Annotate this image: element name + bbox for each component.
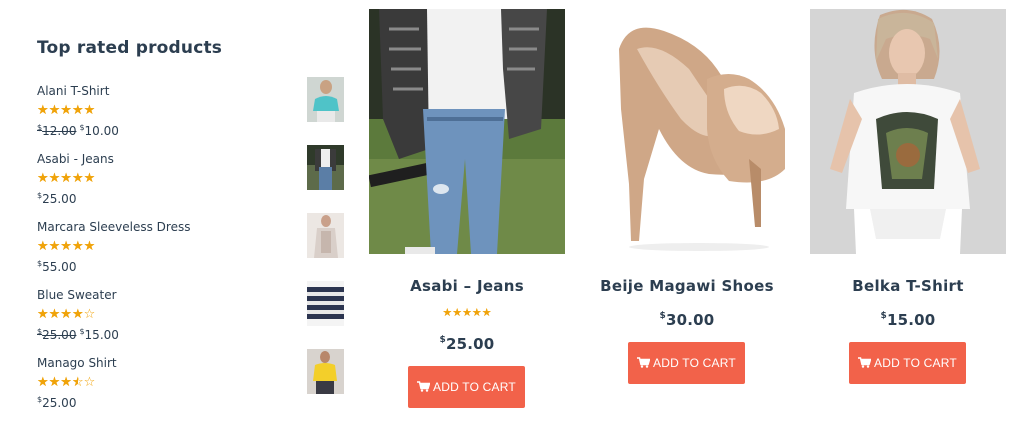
widget-title: Top rated products — [37, 38, 223, 58]
product-thumbnail[interactable] — [307, 349, 344, 394]
old-price: $12.00 — [37, 123, 77, 138]
list-item: Asabi - Jeans ☆☆☆☆☆ ★★★★★ $25.00 — [37, 145, 345, 220]
star-icon: ★★★★★ — [442, 306, 492, 319]
list-item: Manago Shirt ☆☆☆☆☆★★★★★ $25.00 — [37, 349, 345, 424]
product-price: $25.00 — [37, 191, 77, 206]
star-icon: ★★★★★ — [37, 240, 96, 254]
star-icon: ★★★★★ — [37, 376, 78, 390]
top-rated-widget: Top rated products Alani T-Shirt ☆☆☆☆☆ ★★… — [37, 38, 345, 424]
product-card: Asabi – Jeans ☆☆☆☆☆ ★★★★★ $25.00 ADD TO C… — [369, 9, 565, 429]
product-price: $15.00 — [880, 311, 936, 329]
star-rating: ☆☆☆☆☆★★★★★ — [37, 240, 95, 254]
star-rating: ☆☆☆☆☆★★★★★ — [37, 376, 95, 390]
product-image[interactable] — [589, 9, 785, 254]
product-card: Belka T-Shirt $15.00 ADD TO CART — [810, 9, 1006, 409]
shopping-cart-icon — [637, 343, 651, 385]
product-card: Beije Magawi Shoes $30.00 ADD TO CART — [589, 9, 785, 409]
add-to-cart-button[interactable]: ADD TO CART — [408, 366, 525, 408]
product-thumbnail[interactable] — [307, 281, 344, 326]
shopping-cart-icon — [417, 367, 431, 409]
star-rating: ☆☆☆☆☆★★★★★ — [37, 172, 95, 186]
product-price: $25.00 — [37, 395, 77, 410]
top-rated-list: Alani T-Shirt ☆☆☆☆☆ ★★★★★ $12.00 $10.00 As… — [37, 77, 345, 424]
star-icon: ★★★★★ — [37, 308, 84, 322]
product-link[interactable]: Asabi - Jeans — [37, 152, 345, 166]
product-title[interactable]: Asabi – Jeans — [369, 277, 565, 295]
product-price: $25.00 — [439, 335, 495, 353]
product-title[interactable]: Beije Magawi Shoes — [589, 277, 785, 295]
product-link[interactable]: Manago Shirt — [37, 356, 345, 370]
product-link[interactable]: Alani T-Shirt — [37, 84, 345, 98]
star-rating: ☆☆☆☆☆★★★★★ — [369, 306, 565, 320]
add-to-cart-button[interactable]: ADD TO CART — [849, 342, 966, 384]
list-item: Alani T-Shirt ☆☆☆☆☆ ★★★★★ $12.00 $10.00 — [37, 77, 345, 152]
product-image[interactable] — [369, 9, 565, 254]
product-thumbnail[interactable] — [307, 145, 344, 190]
product-price: $12.00 $10.00 — [37, 123, 119, 138]
star-icon: ★★★★★ — [37, 172, 96, 186]
star-rating: ☆☆☆☆☆★★★★★ — [37, 308, 95, 322]
product-thumbnail[interactable] — [307, 213, 344, 258]
product-link[interactable]: Blue Sweater — [37, 288, 345, 302]
shopping-cart-icon — [858, 343, 872, 385]
list-item: Blue Sweater ☆☆☆☆☆★★★★★ $25.00$15.00 — [37, 281, 345, 356]
star-rating: ☆☆☆☆☆★★★★★ — [442, 306, 491, 320]
add-to-cart-button[interactable]: ADD TO CART — [628, 342, 745, 384]
product-link[interactable]: Marcara Sleeveless Dress — [37, 220, 345, 234]
old-price: $25.00 — [37, 327, 77, 342]
product-price: $25.00 $15.00 — [37, 327, 119, 342]
product-image[interactable] — [810, 9, 1006, 254]
product-price: $55.00 — [37, 259, 77, 274]
product-price: $30.00 — [659, 311, 715, 329]
product-thumbnail[interactable] — [307, 77, 344, 122]
product-title[interactable]: Belka T-Shirt — [810, 277, 1006, 295]
list-item: Marcara Sleeveless Dress ☆☆☆☆☆ ★★★★★ $55.… — [37, 213, 345, 288]
star-rating: ☆☆☆☆☆★★★★★ — [37, 104, 95, 118]
star-icon: ★★★★★ — [37, 104, 96, 118]
